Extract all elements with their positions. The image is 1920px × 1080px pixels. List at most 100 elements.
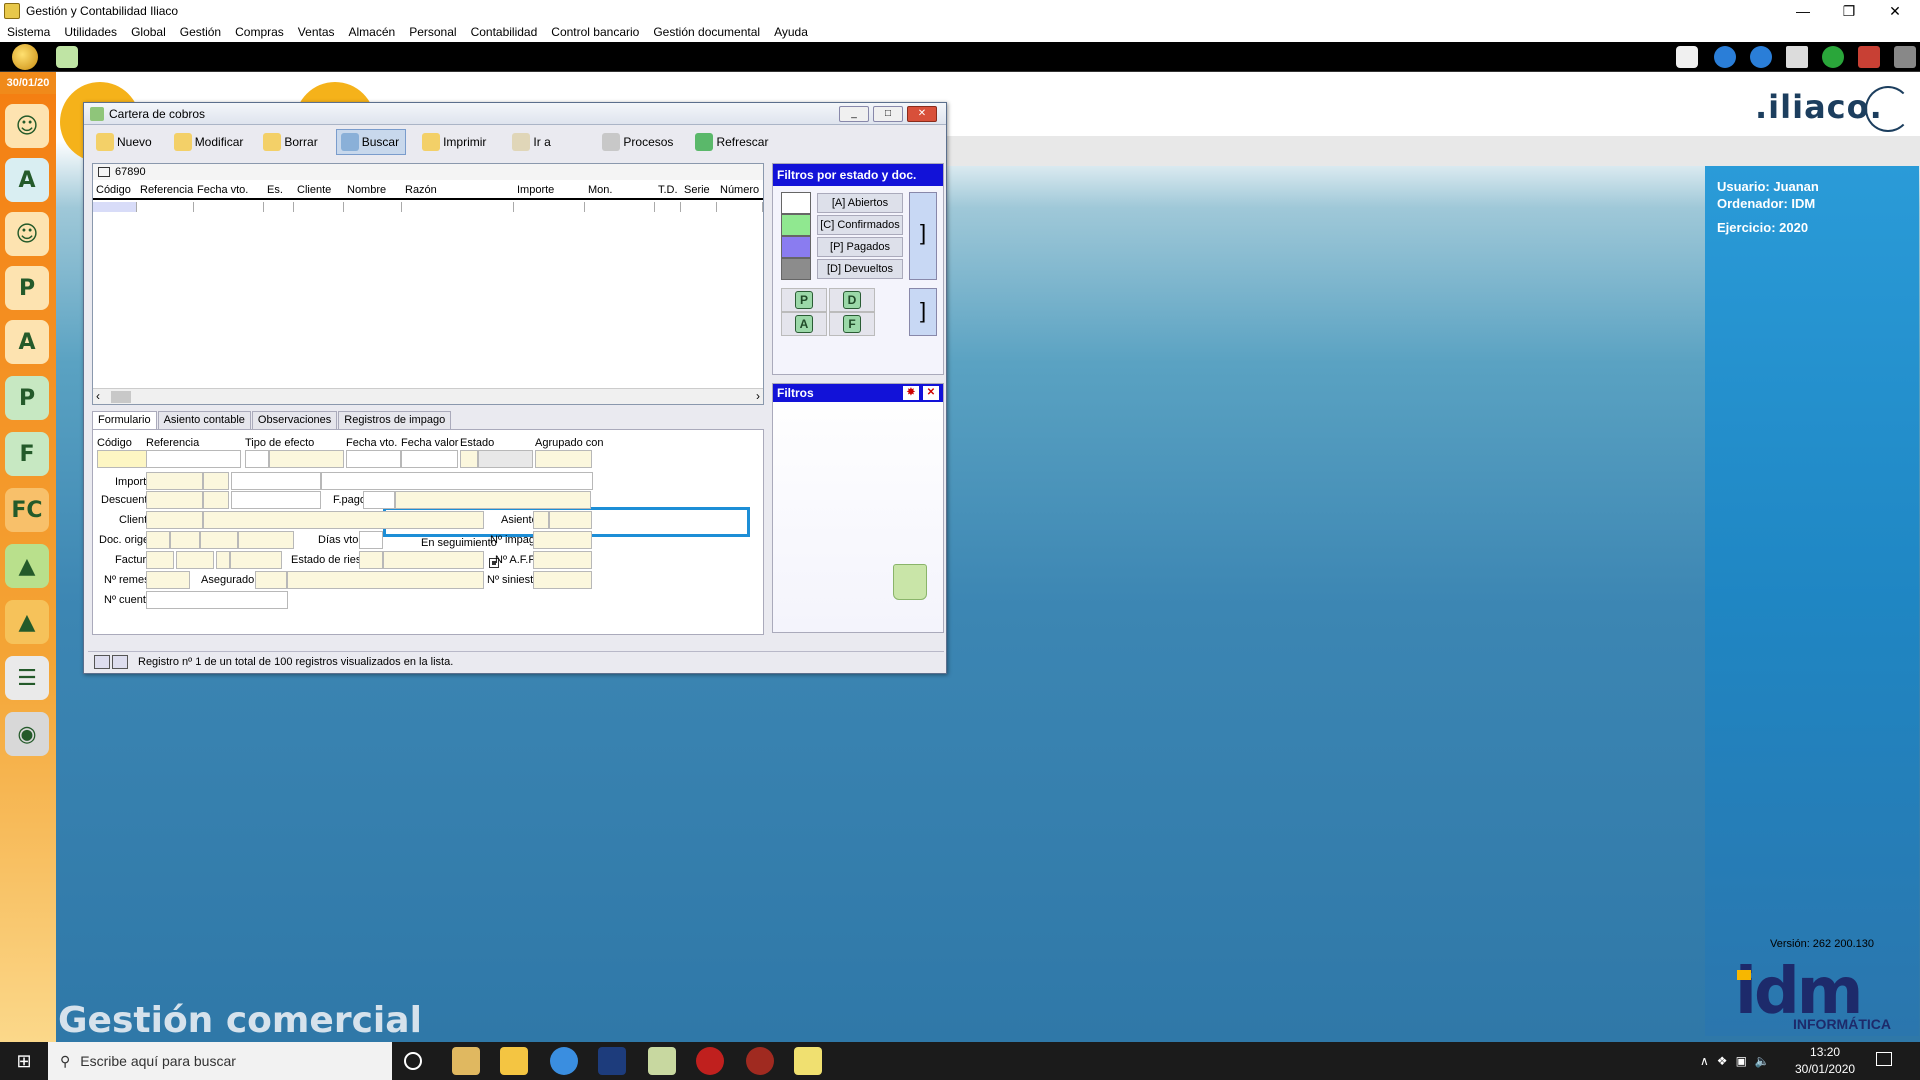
tray-chevron-icon[interactable]: ∧ [1700, 1054, 1709, 1068]
p-icon[interactable]: P [5, 376, 49, 420]
close-module-icon[interactable] [1858, 46, 1880, 68]
column-header[interactable]: Mon. [585, 180, 655, 198]
aseguradora-field[interactable] [287, 571, 484, 589]
bag-green-icon[interactable]: ▲ [5, 544, 49, 588]
estado-riesgo-field[interactable] [383, 551, 484, 569]
user-a-icon[interactable]: A [5, 320, 49, 364]
close-window-icon[interactable]: ✕ [1872, 0, 1918, 22]
filter-confirmados-button[interactable]: [C] Confirmados [817, 215, 903, 235]
descuento-field[interactable] [146, 491, 203, 509]
n-afp-field[interactable] [533, 551, 592, 569]
selected-row[interactable] [93, 202, 763, 212]
column-header[interactable]: Fecha vto. [194, 180, 264, 198]
tab-observaciones[interactable]: Observaciones [251, 411, 338, 429]
menu-personal[interactable]: Personal [402, 25, 463, 39]
n-impago-field[interactable] [533, 531, 592, 549]
fpago-code-field[interactable] [363, 491, 395, 509]
estado-field[interactable] [478, 450, 533, 468]
filter-abiertos-button[interactable]: [A] Abiertos [817, 193, 903, 213]
estado-riesgo-code-field[interactable] [359, 551, 383, 569]
column-header[interactable]: Número [717, 180, 763, 198]
app-icon[interactable] [746, 1047, 774, 1075]
file-explorer-icon[interactable] [500, 1047, 528, 1075]
windows-start-icon[interactable]: ⊞ [0, 1042, 48, 1080]
back-arrow-icon[interactable] [1714, 46, 1736, 68]
doc-d-button[interactable]: D [829, 288, 875, 312]
window-minimize-icon[interactable]: _ [839, 106, 869, 122]
iliaco-app-icon[interactable] [794, 1047, 822, 1075]
doc-a-button[interactable]: A [781, 312, 827, 336]
codigo-field[interactable] [97, 450, 153, 468]
column-header[interactable]: Nombre [344, 180, 402, 198]
scroll-left-icon[interactable]: ‹ [96, 389, 100, 403]
menu-ventas[interactable]: Ventas [291, 25, 342, 39]
ir-a-button[interactable]: Ir a [508, 129, 570, 155]
photoshop-icon[interactable] [598, 1047, 626, 1075]
chrome-icon[interactable] [550, 1047, 578, 1075]
fc-icon[interactable]: FC [5, 488, 49, 532]
minimize-window-icon[interactable]: — [1780, 0, 1826, 22]
fecha-valor-field[interactable] [401, 450, 458, 468]
menu-control-bancario[interactable]: Control bancario [544, 25, 646, 39]
filters-pin-icon[interactable]: ✸ [903, 386, 919, 400]
menu-utilidades[interactable]: Utilidades [57, 25, 124, 39]
f-icon[interactable]: F [5, 432, 49, 476]
nuevo-button[interactable]: Nuevo [92, 129, 158, 155]
app-icon[interactable] [648, 1047, 676, 1075]
menu-global[interactable]: Global [124, 25, 173, 39]
agrupado-field[interactable] [535, 450, 592, 468]
expand-up-icon[interactable] [112, 655, 128, 669]
menu-sistema[interactable]: Sistema [0, 25, 57, 39]
factura-field-4[interactable] [230, 551, 282, 569]
disc-icon[interactable]: ◉ [5, 712, 49, 756]
menu-almacen[interactable]: Almacén [342, 25, 403, 39]
descuento-currency-field[interactable] [203, 491, 229, 509]
column-header[interactable]: Referencia [137, 180, 194, 198]
contacts-icon[interactable]: A [5, 158, 49, 202]
menu-contabilidad[interactable]: Contabilidad [464, 25, 545, 39]
bag-orange-icon[interactable]: ▲ [5, 600, 49, 644]
notes-icon[interactable] [56, 46, 78, 68]
column-header[interactable]: Importe [514, 180, 585, 198]
notifications-icon[interactable] [1876, 1052, 1892, 1066]
importe-currency-field[interactable] [203, 472, 229, 490]
column-header[interactable]: Razón [402, 180, 514, 198]
n-siniestro-field[interactable] [533, 571, 592, 589]
user-icon[interactable]: ☺ [5, 212, 49, 256]
buscar-button[interactable]: Buscar [335, 129, 407, 155]
fecha-vto-field[interactable] [346, 450, 401, 468]
mail-alert-icon[interactable] [1676, 46, 1698, 68]
importe-field[interactable] [146, 472, 203, 490]
tipo-efecto-code-field[interactable] [245, 450, 269, 468]
help-icon[interactable] [1822, 46, 1844, 68]
menu-gestion[interactable]: Gestión [173, 25, 228, 39]
scroll-thumb[interactable] [111, 391, 131, 403]
doc-origen-field-1[interactable] [146, 531, 170, 549]
borrar-button[interactable]: Borrar [259, 129, 323, 155]
users-icon[interactable]: ☺ [5, 104, 49, 148]
descuento-text-field[interactable] [231, 491, 321, 509]
results-grid[interactable]: 67890 Código Referencia Fecha vto. Es. C… [92, 163, 764, 405]
filter-devueltos-button[interactable]: [D] Devueltos [817, 259, 903, 279]
estado-code-field[interactable] [460, 450, 478, 468]
taskbar-clock[interactable]: 13:20 30/01/2020 [1795, 1044, 1855, 1078]
asiento-field[interactable] [549, 511, 592, 529]
column-header[interactable]: Cliente [294, 180, 344, 198]
aseguradora-code-field[interactable] [255, 571, 287, 589]
forward-arrow-icon[interactable] [1750, 46, 1772, 68]
restore-window-icon[interactable]: ❐ [1826, 0, 1872, 22]
tab-registros-impago[interactable]: Registros de impago [338, 411, 452, 429]
referencia-field[interactable] [146, 450, 241, 468]
scroll-right-icon[interactable]: › [756, 389, 760, 403]
column-header[interactable]: T.D. [655, 180, 681, 198]
cliente-code-field[interactable] [146, 511, 203, 529]
doc-origen-field-4[interactable] [238, 531, 294, 549]
importe-text-field[interactable] [231, 472, 321, 490]
doc-bracket-button[interactable]: ] [909, 288, 937, 336]
column-header[interactable]: Código [93, 180, 137, 198]
modificar-button[interactable]: Modificar [170, 129, 250, 155]
menu-bars-icon[interactable] [1786, 46, 1808, 68]
doc-p-button[interactable]: P [781, 288, 827, 312]
tab-asiento-contable[interactable]: Asiento contable [157, 411, 251, 429]
horizontal-scrollbar[interactable]: ‹ › [93, 388, 763, 404]
